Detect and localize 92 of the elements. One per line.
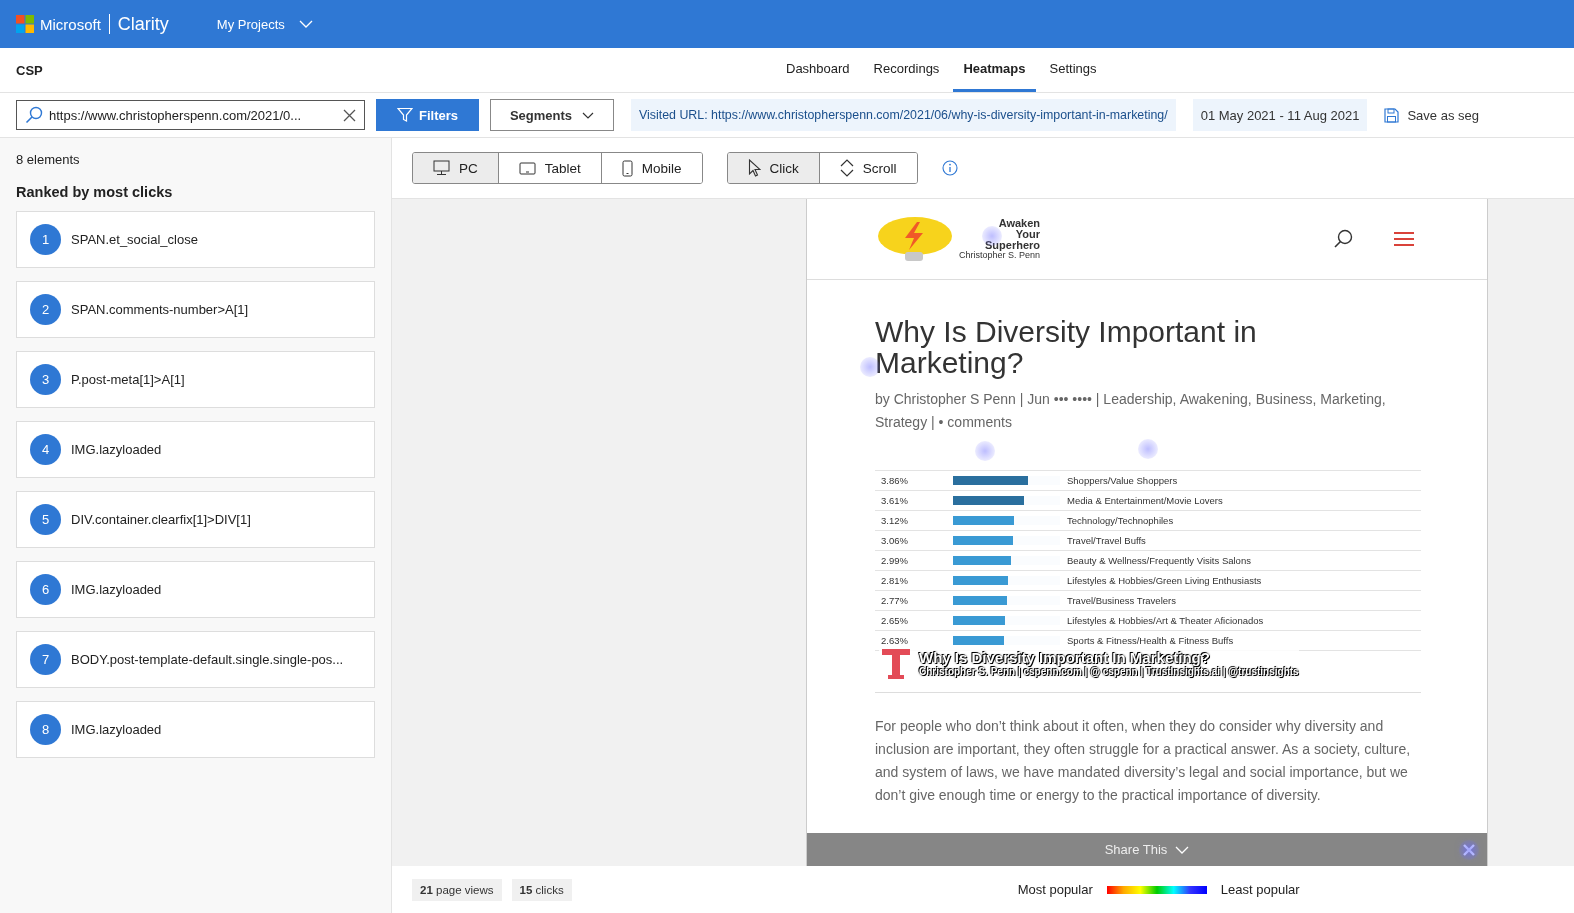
rank-badge: 2 <box>30 294 61 325</box>
save-segment-button[interactable]: Save as seg <box>1384 107 1479 123</box>
percent-label: 2.99% <box>880 555 909 566</box>
element-card[interactable]: 5 DIV.container.clearfix[1]>DIV[1] <box>16 491 375 548</box>
percent-label: 3.12% <box>880 515 909 526</box>
element-selector: P.post-meta[1]>A[1] <box>71 372 185 387</box>
rank-badge: 8 <box>30 714 61 745</box>
close-icon[interactable] <box>343 108 356 122</box>
info-icon[interactable] <box>941 160 958 176</box>
heat-spot <box>1459 840 1479 860</box>
logo-text: Awaken <box>998 218 1041 229</box>
menu-icon[interactable] <box>1393 231 1415 247</box>
percent-label: 2.81% <box>880 575 909 586</box>
post-paragraph: For people who don’t think about it often, when they do consider why diversity and inclusion are important, they often struggle for a practical answer. As a society, culture, and system of laws, we have mandated diversity’s legal and social importance, but we don’t give enough time or energy to the practical importance of diversity. <box>875 717 1412 805</box>
rank-badge: 1 <box>30 224 61 255</box>
legend-label: Most popular <box>1017 882 1093 897</box>
rank-badge: 6 <box>30 574 61 605</box>
element-selector: IMG.lazyloaded <box>71 582 162 597</box>
up-down-arrows-icon <box>839 159 854 177</box>
clicks-stat: 15 clicks <box>511 878 572 901</box>
element-selector: SPAN.et_social_close <box>71 232 198 247</box>
search-icon <box>25 106 43 124</box>
logo-text: Superhero <box>985 240 1041 251</box>
lightbulb-logo-icon <box>877 216 955 262</box>
element-card[interactable]: 8 IMG.lazyloaded <box>16 701 375 758</box>
logo-text: Christopher S. Penn <box>959 251 1041 260</box>
segments-dropdown[interactable]: Segments <box>490 99 614 131</box>
category-label: Travel/Travel Buffs <box>1067 535 1146 546</box>
post-title: Why Is Diversity Important in Marketing? <box>875 316 1258 378</box>
element-card[interactable]: 7 BODY.post-template-default.single.single-pos... <box>16 631 375 688</box>
phone-icon <box>621 159 633 177</box>
percent-label: 3.61% <box>880 495 909 506</box>
share-label: Share This <box>1104 842 1168 857</box>
element-selector: SPAN.comments-number>A[1] <box>71 302 249 317</box>
rank-badge: 3 <box>30 364 61 395</box>
category-label: Media & Entertainment/Movie Lovers <box>1067 495 1223 506</box>
ranking-heading: Ranked by most clicks <box>16 184 174 200</box>
rank-badge: 4 <box>30 434 61 465</box>
nav-tab[interactable]: Dashboard <box>776 48 860 92</box>
heat-spot <box>975 441 995 461</box>
post-meta: by Christopher S Penn | Jun ••• •••• | Leadership, Awakening, Business, Marketing, Strategy | • comments <box>875 390 1387 432</box>
brand-name: Microsoft <box>40 15 101 33</box>
element-card[interactable]: 6 IMG.lazyloaded <box>16 561 375 618</box>
rank-badge: 7 <box>30 644 61 675</box>
windows-logo-icon <box>16 15 34 33</box>
monitor-icon <box>433 160 450 176</box>
t-logo-icon <box>879 646 913 680</box>
element-card[interactable]: 2 SPAN.comments-number>A[1] <box>16 281 375 338</box>
nav-tab[interactable]: Settings <box>1039 48 1107 92</box>
category-label: Beauty & Wellness/Frequently Visits Salons <box>1067 555 1251 566</box>
device-tab[interactable]: PC <box>413 153 499 183</box>
element-count: 8 elements <box>16 152 81 167</box>
funnel-icon <box>397 107 413 123</box>
projects-menu[interactable]: My Projects <box>212 12 317 36</box>
element-card[interactable]: 3 P.post-meta[1]>A[1] <box>16 351 375 408</box>
product-name: Clarity <box>117 13 169 35</box>
category-label: Lifestyles & Hobbies/Green Living Enthusiasts <box>1067 575 1262 586</box>
category-label: Lifestyles & Hobbies/Art & Theater Aficionados <box>1067 615 1264 626</box>
percent-label: 2.65% <box>880 615 909 626</box>
mode-tab[interactable]: Click <box>727 153 820 183</box>
category-label: Sports & Fitness/Health & Fitness Buffs <box>1067 635 1234 646</box>
chevron-down-icon <box>1175 845 1190 854</box>
visited-url-chip: Visited URL: https://www.christopherspenn.com/2021/06/why-is-diversity-important-in-marketing/ <box>631 99 1176 131</box>
element-selector: BODY.post-template-default.single.single-pos... <box>71 652 344 667</box>
element-card[interactable]: 4 IMG.lazyloaded <box>16 421 375 478</box>
url-search-field[interactable]: https://www.christopherspenn.com/2021/0... <box>16 100 365 130</box>
page-views-stat: 21 page views <box>412 878 502 901</box>
percent-label: 2.63% <box>880 635 909 646</box>
element-card[interactable]: 1 SPAN.et_social_close <box>16 211 375 268</box>
category-label: Shoppers/Value Shoppers <box>1067 475 1178 486</box>
category-label: Technology/Technophiles <box>1067 515 1174 526</box>
element-selector: DIV.container.clearfix[1]>DIV[1] <box>71 512 251 527</box>
percent-label: 2.77% <box>880 595 909 606</box>
element-selector: IMG.lazyloaded <box>71 442 162 457</box>
project-name: CSP <box>16 62 43 78</box>
search-icon[interactable] <box>1333 229 1353 249</box>
heat-spot <box>1138 439 1158 459</box>
category-label: Travel/Business Travelers <box>1067 595 1176 606</box>
chevron-down-icon <box>582 111 595 119</box>
logo-text: Your <box>1015 229 1041 240</box>
percent-label: 3.06% <box>880 535 909 546</box>
nav-tab[interactable]: Recordings <box>863 48 950 92</box>
nav-tab[interactable]: Heatmaps <box>953 48 1036 92</box>
filters-button[interactable]: Filters <box>376 99 479 131</box>
rank-badge: 5 <box>30 504 61 535</box>
percent-label: 3.86% <box>880 475 909 486</box>
legend-label: Least popular <box>1220 882 1300 897</box>
cursor-icon <box>747 159 761 177</box>
date-range-chip[interactable]: 01 May 2021 - 11 Aug 2021 <box>1192 99 1368 131</box>
tablet-icon <box>518 161 536 175</box>
chevron-down-icon <box>298 20 313 28</box>
element-selector: IMG.lazyloaded <box>71 722 162 737</box>
